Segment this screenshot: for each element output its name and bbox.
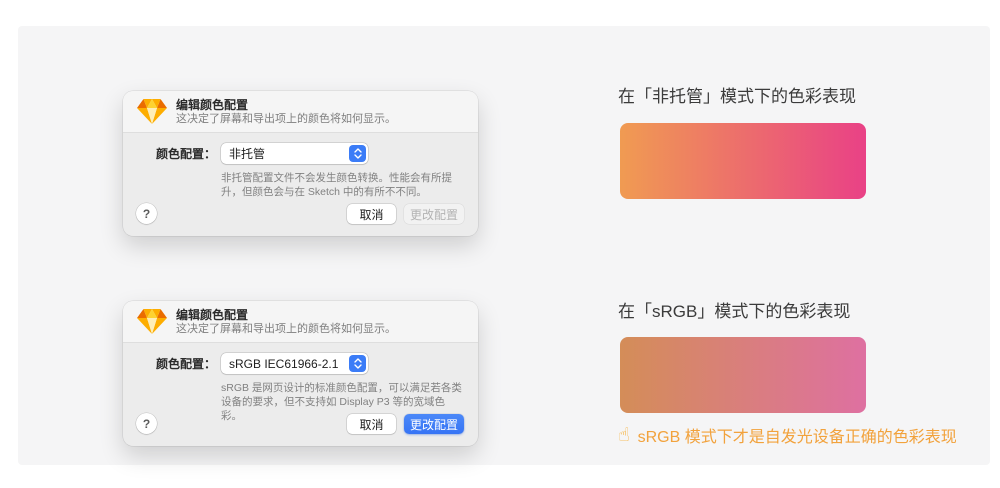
profile-field-label: 颜色配置：	[123, 145, 216, 162]
dialog-buttons: 取消 更改配置	[347, 204, 464, 224]
selected-profile-value: sRGB IEC61966-2.1	[229, 357, 338, 371]
dialog-subtitle: 这决定了屏幕和导出项上的颜色将如何显示。	[176, 113, 396, 126]
dialog-subtitle: 这决定了屏幕和导出项上的颜色将如何显示。	[176, 323, 396, 336]
cancel-button[interactable]: 取消	[347, 204, 396, 224]
chevron-up-down-icon	[349, 355, 366, 372]
color-profile-dialog-unmanaged: 编辑颜色配置 这决定了屏幕和导出项上的颜色将如何显示。 颜色配置： 非托管 非托	[123, 91, 478, 236]
profile-field-row: 颜色配置： 非托管	[123, 143, 478, 164]
sketch-gem-icon	[137, 98, 167, 125]
dialog-header: 编辑颜色配置 这决定了屏幕和导出项上的颜色将如何显示。	[123, 301, 478, 343]
color-profile-select[interactable]: sRGB IEC61966-2.1	[221, 353, 368, 374]
change-profile-button[interactable]: 更改配置	[404, 414, 464, 434]
cancel-button[interactable]: 取消	[347, 414, 396, 434]
color-profile-select[interactable]: 非托管	[221, 143, 368, 164]
srgb-note: ☝ sRGB 模式下才是自发光设备正确的色彩表现	[618, 423, 957, 447]
color-profile-dialog-srgb: 编辑颜色配置 这决定了屏幕和导出项上的颜色将如何显示。 颜色配置： sRGB I…	[123, 301, 478, 446]
chevron-up-down-icon	[349, 145, 366, 162]
preview-heading-unmanaged: 在「非托管」模式下的色彩表现	[618, 82, 958, 107]
preview-heading-srgb: 在「sRGB」模式下的色彩表现	[618, 297, 958, 322]
selected-profile-value: 非托管	[229, 145, 265, 162]
sketch-gem-icon	[137, 308, 167, 335]
dialog-header: 编辑颜色配置 这决定了屏幕和导出项上的颜色将如何显示。	[123, 91, 478, 133]
screenshot-canvas: 编辑颜色配置 这决定了屏幕和导出项上的颜色将如何显示。 颜色配置： 非托管 非托	[0, 0, 1000, 488]
pointing-up-icon: ☝	[618, 424, 630, 446]
help-button[interactable]: ?	[136, 413, 157, 434]
dialog-title: 编辑颜色配置	[176, 308, 396, 322]
profile-field-label: 颜色配置：	[123, 355, 216, 372]
gradient-swatch-srgb	[620, 337, 866, 413]
change-profile-button[interactable]: 更改配置	[404, 204, 464, 224]
gradient-swatch-unmanaged	[620, 123, 866, 199]
help-button[interactable]: ?	[136, 203, 157, 224]
dialog-buttons: 取消 更改配置	[347, 414, 464, 434]
srgb-note-text: sRGB 模式下才是自发光设备正确的色彩表现	[638, 423, 957, 447]
profile-field-row: 颜色配置： sRGB IEC61966-2.1	[123, 353, 478, 374]
content-panel: 编辑颜色配置 这决定了屏幕和导出项上的颜色将如何显示。 颜色配置： 非托管 非托	[18, 26, 990, 465]
dialog-title-block: 编辑颜色配置 这决定了屏幕和导出项上的颜色将如何显示。	[176, 308, 396, 336]
dialog-title: 编辑颜色配置	[176, 98, 396, 112]
profile-description: 非托管配置文件不会发生颜色转换。性能会有所提升，但颜色会与在 Sketch 中的…	[221, 171, 466, 199]
dialog-title-block: 编辑颜色配置 这决定了屏幕和导出项上的颜色将如何显示。	[176, 98, 396, 126]
